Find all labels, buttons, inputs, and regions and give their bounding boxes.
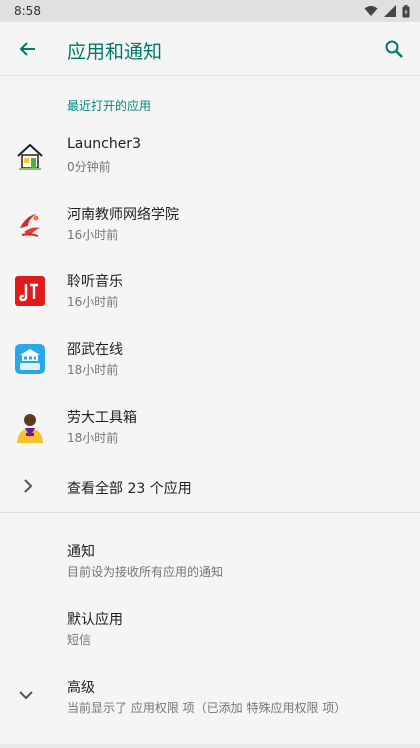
wifi-icon [364,6,378,16]
search-button[interactable] [380,35,408,63]
settings-item-advanced[interactable]: 高级 当前显示了 应用权限 项（已添加 特殊应用权限 项） [0,665,420,731]
app-name: Launcher3 [67,136,141,152]
chevron-right-icon [24,479,33,493]
recent-app-item[interactable]: 劳大工具箱 18小时前 [0,395,420,461]
recent-app-item[interactable]: 聆听音乐 16小时前 [0,259,420,325]
app-bar: 应用和通知 [0,22,420,76]
back-button[interactable] [14,35,42,63]
settings-item-title: 通知 [67,544,95,560]
recent-app-item[interactable]: 河南教师网络学院 16小时前 [0,192,420,258]
see-all-apps-button[interactable]: 查看全部 23 个应用 [0,462,420,512]
settings-item-title: 高级 [67,680,95,696]
app-name: 邵武在线 [67,342,123,358]
settings-item-default-apps[interactable]: 默认应用 短信 [0,597,420,663]
page-title: 应用和通知 [67,41,163,63]
search-icon [385,40,403,58]
house-icon [17,143,43,170]
app-name: 河南教师网络学院 [67,207,179,223]
city-app-icon [15,344,45,374]
settings-item-summary: 当前显示了 应用权限 项（已添加 特殊应用权限 项） [67,701,347,715]
see-all-label: 查看全部 23 个应用 [67,481,192,497]
status-icons [364,4,410,18]
battery-icon [402,4,410,17]
signal-icon [384,5,396,17]
app-name: 劳大工具箱 [67,410,137,426]
app-last-used: 18小时前 [67,431,119,445]
status-bar: 8:58 [0,0,420,22]
app-last-used: 0分钟前 [67,160,111,174]
music-app-icon [15,276,45,306]
recent-app-item[interactable]: 邵武在线 18小时前 [0,327,420,393]
settings-item-summary: 短信 [67,633,92,647]
app-last-used: 16小时前 [67,228,119,242]
section-divider [0,512,420,513]
app-name: 聆听音乐 [67,274,123,290]
app-last-used: 18小时前 [67,363,119,377]
avatar-icon [17,414,43,443]
app-last-used: 16小时前 [67,295,119,309]
chevron-down-icon [19,691,33,700]
recent-app-item[interactable]: Launcher3 0分钟前 [0,124,420,190]
bottom-edge [0,744,420,748]
recent-apps-header: 最近打开的应用 [67,99,152,113]
settings-item-notifications[interactable]: 通知 目前设为接收所有应用的通知 [0,529,420,595]
arrow-left-icon [19,42,35,56]
red-logo-icon [20,214,40,237]
status-time: 8:58 [14,4,41,18]
settings-item-title: 默认应用 [67,612,123,628]
settings-item-summary: 目前设为接收所有应用的通知 [67,565,224,579]
